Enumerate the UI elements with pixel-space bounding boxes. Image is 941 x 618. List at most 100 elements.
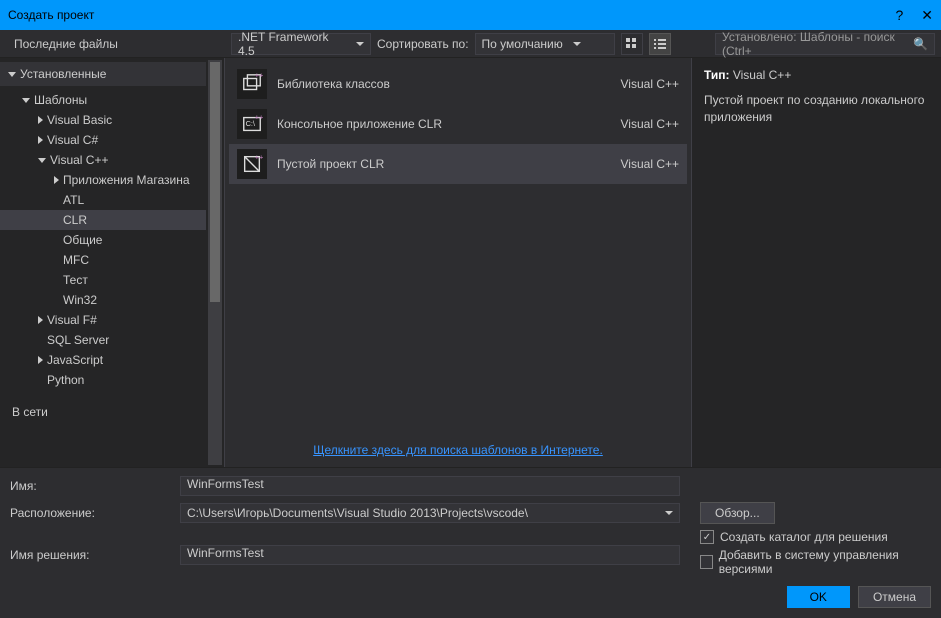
sidebar-tree: Шаблоны Visual Basic Visual C# Visual C+… bbox=[0, 86, 206, 394]
close-icon[interactable]: ✕ bbox=[921, 7, 933, 24]
ok-button[interactable]: OK bbox=[787, 586, 850, 608]
sidebar-scrollbar[interactable] bbox=[208, 60, 222, 465]
solution-row: Имя решения: WinFormsTest Создать катало… bbox=[10, 530, 931, 580]
cancel-button[interactable]: Отмена bbox=[858, 586, 931, 608]
chevron-down-icon bbox=[573, 42, 581, 46]
type-description: Пустой проект по созданию локального при… bbox=[704, 92, 929, 126]
online-header[interactable]: В сети bbox=[0, 400, 206, 424]
tree-item-test[interactable]: Тест bbox=[0, 270, 206, 290]
empty-project-icon: ++ bbox=[237, 149, 267, 179]
chevron-right-icon bbox=[54, 176, 59, 184]
tree-item-python[interactable]: Python bbox=[0, 370, 206, 390]
chevron-down-icon bbox=[356, 42, 364, 46]
chevron-down-icon bbox=[22, 98, 30, 103]
grid-view-button[interactable] bbox=[621, 33, 643, 55]
installed-header[interactable]: Установленные bbox=[0, 62, 206, 86]
toolbar-center: .NET Framework 4.5 Сортировать по: По ум… bbox=[225, 33, 677, 55]
type-value: Visual C++ bbox=[733, 68, 791, 82]
window-title: Создать проект bbox=[8, 8, 94, 22]
tree-item-visual-basic[interactable]: Visual Basic bbox=[0, 110, 206, 130]
bottom-panel: Имя: WinFormsTest Расположение: C:\Users… bbox=[0, 468, 941, 618]
chevron-right-icon bbox=[38, 116, 43, 124]
template-lang: Visual C++ bbox=[621, 157, 679, 171]
template-list-pane: ++ Библиотека классов Visual C++ C:\++ К… bbox=[225, 58, 691, 467]
template-item-empty-clr[interactable]: ++ Пустой проект CLR Visual C++ bbox=[229, 144, 687, 184]
chevron-down-icon bbox=[8, 72, 16, 77]
location-row: Расположение: C:\Users\Игорь\Documents\V… bbox=[10, 502, 931, 524]
search-icon: 🔍 bbox=[913, 37, 928, 51]
window-controls: ? ✕ bbox=[895, 7, 933, 24]
installed-label: Установленные bbox=[20, 67, 106, 81]
framework-value: .NET Framework 4.5 bbox=[238, 30, 346, 58]
console-icon: C:\++ bbox=[237, 109, 267, 139]
name-label: Имя: bbox=[10, 479, 170, 493]
sort-label: Сортировать по: bbox=[377, 37, 469, 51]
sort-value: По умолчанию bbox=[482, 37, 563, 51]
source-control-label: Добавить в систему управления версиями bbox=[719, 548, 930, 576]
location-label: Расположение: bbox=[10, 506, 170, 520]
online-label: В сети bbox=[12, 405, 48, 419]
details-pane: Тип: Visual C++ Пустой проект по создани… bbox=[691, 58, 941, 467]
template-list: ++ Библиотека классов Visual C++ C:\++ К… bbox=[225, 58, 691, 190]
tree-item-visual-csharp[interactable]: Visual C# bbox=[0, 130, 206, 150]
toolbar-right: Установлено: Шаблоны - поиск (Ctrl+ 🔍 bbox=[715, 33, 941, 55]
recent-files-header[interactable]: Последние файлы bbox=[0, 30, 225, 57]
name-row: Имя: WinFormsTest bbox=[10, 476, 931, 496]
tree-item-sql-server[interactable]: SQL Server bbox=[0, 330, 206, 350]
create-dir-row: Создать каталог для решения bbox=[700, 530, 930, 544]
chevron-down-icon bbox=[665, 511, 673, 515]
tree-item-general[interactable]: Общие bbox=[0, 230, 206, 250]
tree-item-atl[interactable]: ATL bbox=[0, 190, 206, 210]
template-name: Консольное приложение CLR bbox=[277, 117, 611, 131]
tree-item-clr[interactable]: CLR bbox=[0, 210, 206, 230]
sidebar: Установленные Шаблоны Visual Basic Visua… bbox=[0, 58, 225, 467]
name-input[interactable]: WinFormsTest bbox=[180, 476, 680, 496]
recent-files-label: Последние файлы bbox=[14, 37, 118, 51]
type-row: Тип: Visual C++ bbox=[704, 68, 929, 82]
tree-item-mfc[interactable]: MFC bbox=[0, 250, 206, 270]
tree-item-store-apps[interactable]: Приложения Магазина bbox=[0, 170, 206, 190]
tree-item-visual-fsharp[interactable]: Visual F# bbox=[0, 310, 206, 330]
scrollbar-thumb[interactable] bbox=[210, 62, 220, 302]
source-control-checkbox[interactable] bbox=[700, 555, 713, 569]
solution-input[interactable]: WinFormsTest bbox=[180, 545, 680, 565]
source-control-row: Добавить в систему управления версиями bbox=[700, 548, 930, 576]
tree-item-javascript[interactable]: JavaScript bbox=[0, 350, 206, 370]
solution-label: Имя решения: bbox=[10, 548, 170, 562]
dialog-buttons: OK Отмена bbox=[10, 586, 931, 608]
body-row: Установленные Шаблоны Visual Basic Visua… bbox=[0, 58, 941, 468]
location-input[interactable]: C:\Users\Игорь\Documents\Visual Studio 2… bbox=[180, 503, 680, 523]
search-placeholder: Установлено: Шаблоны - поиск (Ctrl+ bbox=[722, 30, 913, 58]
online-templates-link[interactable]: Щелкните здесь для поиска шаблонов в Инт… bbox=[313, 443, 603, 457]
framework-dropdown[interactable]: .NET Framework 4.5 bbox=[231, 33, 371, 55]
chevron-right-icon bbox=[38, 316, 43, 324]
tree-item-templates[interactable]: Шаблоны bbox=[0, 90, 206, 110]
class-library-icon: ++ bbox=[237, 69, 267, 99]
sort-dropdown[interactable]: По умолчанию bbox=[475, 33, 615, 55]
template-lang: Visual C++ bbox=[621, 117, 679, 131]
template-name: Пустой проект CLR bbox=[277, 157, 611, 171]
chevron-right-icon bbox=[38, 356, 43, 364]
svg-text:++: ++ bbox=[255, 153, 263, 161]
toolbar: Последние файлы .NET Framework 4.5 Сорти… bbox=[0, 30, 941, 58]
search-input[interactable]: Установлено: Шаблоны - поиск (Ctrl+ 🔍 bbox=[715, 33, 935, 55]
template-lang: Visual C++ bbox=[621, 77, 679, 91]
template-name: Библиотека классов bbox=[277, 77, 611, 91]
tree-item-visual-cpp[interactable]: Visual C++ bbox=[0, 150, 206, 170]
type-label: Тип: bbox=[704, 68, 730, 82]
online-templates-link-row: Щелкните здесь для поиска шаблонов в Инт… bbox=[225, 433, 691, 467]
title-bar: Создать проект ? ✕ bbox=[0, 0, 941, 30]
create-dir-label: Создать каталог для решения bbox=[720, 530, 888, 544]
template-item-console-clr[interactable]: C:\++ Консольное приложение CLR Visual C… bbox=[229, 104, 687, 144]
list-view-button[interactable] bbox=[649, 33, 671, 55]
chevron-down-icon bbox=[38, 158, 46, 163]
sidebar-content: Установленные Шаблоны Visual Basic Visua… bbox=[0, 58, 206, 467]
create-dir-checkbox[interactable] bbox=[700, 530, 714, 544]
template-item-class-library[interactable]: ++ Библиотека классов Visual C++ bbox=[229, 64, 687, 104]
tree-item-win32[interactable]: Win32 bbox=[0, 290, 206, 310]
svg-text:++: ++ bbox=[255, 113, 263, 121]
chevron-right-icon bbox=[38, 136, 43, 144]
svg-text:++: ++ bbox=[255, 73, 263, 80]
help-icon[interactable]: ? bbox=[895, 7, 903, 24]
browse-button[interactable]: Обзор... bbox=[700, 502, 775, 524]
